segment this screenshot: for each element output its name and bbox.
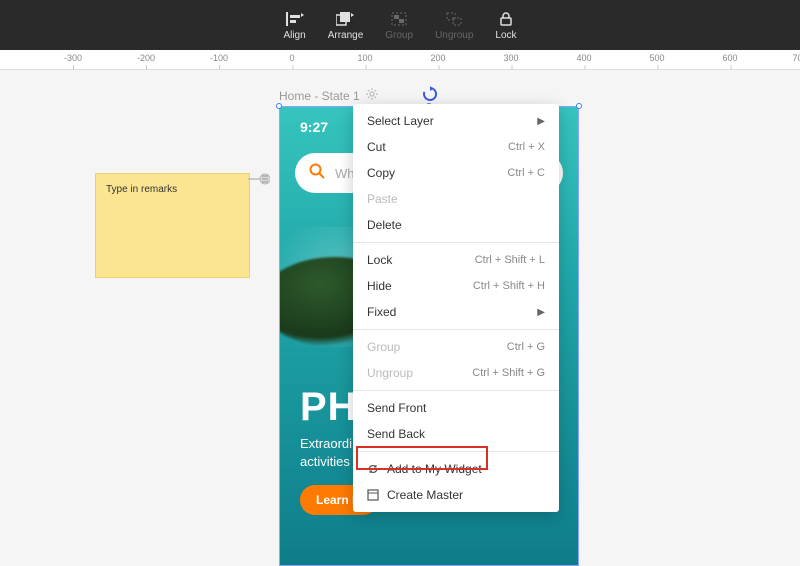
- toolbar-lock[interactable]: Lock: [495, 10, 516, 41]
- menu-separator: [353, 390, 559, 391]
- chevron-right-icon: ▶: [537, 116, 545, 127]
- ruler-tick: 500: [649, 53, 664, 63]
- search-placeholder: Wh: [335, 166, 355, 181]
- menu-separator: [353, 329, 559, 330]
- menu-ungroup: UngroupCtrl + Shift + G: [353, 360, 559, 386]
- toolbar-group: Group: [385, 10, 413, 41]
- ruler-tick: -200: [137, 53, 155, 63]
- menu-send-back[interactable]: Send Back: [353, 421, 559, 447]
- toolbar-group-label: Group: [385, 30, 413, 41]
- toolbar-ungroup: Ungroup: [435, 10, 473, 41]
- refresh-icon: [367, 463, 381, 475]
- toolbar-ungroup-label: Ungroup: [435, 30, 473, 41]
- toolbar-lock-label: Lock: [495, 30, 516, 41]
- menu-cut[interactable]: CutCtrl + X: [353, 134, 559, 160]
- gear-icon[interactable]: [366, 88, 378, 103]
- artboard-label[interactable]: Home - State 1: [279, 88, 378, 103]
- menu-create-master[interactable]: Create Master: [353, 482, 559, 508]
- menu-select-layer[interactable]: Select Layer▶: [353, 108, 559, 134]
- sticky-note[interactable]: Type in remarks: [95, 173, 250, 278]
- toolbar-arrange-label: Arrange: [328, 30, 364, 41]
- menu-separator: [353, 451, 559, 452]
- menu-add-widget[interactable]: Add to My Widget: [353, 456, 559, 482]
- menu-send-front[interactable]: Send Front: [353, 395, 559, 421]
- toolbar: Align Arrange Group Ungroup Lock: [0, 0, 800, 50]
- ungroup-icon: [445, 10, 463, 28]
- sticky-note-text: Type in remarks: [106, 184, 177, 195]
- ruler-tick: -100: [210, 53, 228, 63]
- ruler-tick: 400: [576, 53, 591, 63]
- ruler: -300 -200 -100 0 100 200 300 400 500 600…: [0, 50, 800, 70]
- menu-hide[interactable]: HideCtrl + Shift + H: [353, 273, 559, 299]
- ruler-tick: 700: [792, 53, 800, 63]
- master-icon: [367, 489, 381, 501]
- toolbar-align[interactable]: Align: [283, 10, 305, 41]
- ruler-tick: 300: [503, 53, 518, 63]
- ruler-tick: 100: [357, 53, 372, 63]
- align-icon: [286, 10, 304, 28]
- menu-lock[interactable]: LockCtrl + Shift + L: [353, 247, 559, 273]
- menu-group: GroupCtrl + G: [353, 334, 559, 360]
- chevron-right-icon: ▶: [537, 307, 545, 318]
- menu-paste: Paste: [353, 186, 559, 212]
- selection-handle[interactable]: [576, 103, 582, 109]
- menu-separator: [353, 242, 559, 243]
- toolbar-arrange[interactable]: Arrange: [328, 10, 364, 41]
- context-menu: Select Layer▶ CutCtrl + X CopyCtrl + C P…: [353, 104, 559, 512]
- hero-subtitle: Extraordiactivities: [300, 435, 352, 471]
- selection-handle[interactable]: [276, 103, 282, 109]
- ruler-tick: 0: [289, 53, 294, 63]
- toolbar-align-label: Align: [283, 30, 305, 41]
- group-icon: [390, 10, 408, 28]
- lock-icon: [497, 10, 515, 28]
- arrange-icon: [336, 10, 354, 28]
- menu-fixed[interactable]: Fixed▶: [353, 299, 559, 325]
- menu-copy[interactable]: CopyCtrl + C: [353, 160, 559, 186]
- sticky-arrow-icon: [248, 172, 270, 186]
- artboard-name: Home - State 1: [279, 89, 360, 103]
- ruler-tick: 200: [430, 53, 445, 63]
- ruler-tick: -300: [64, 53, 82, 63]
- search-icon: [309, 163, 325, 184]
- menu-delete[interactable]: Delete: [353, 212, 559, 238]
- status-bar-time: 9:27: [300, 119, 328, 135]
- ruler-tick: 600: [722, 53, 737, 63]
